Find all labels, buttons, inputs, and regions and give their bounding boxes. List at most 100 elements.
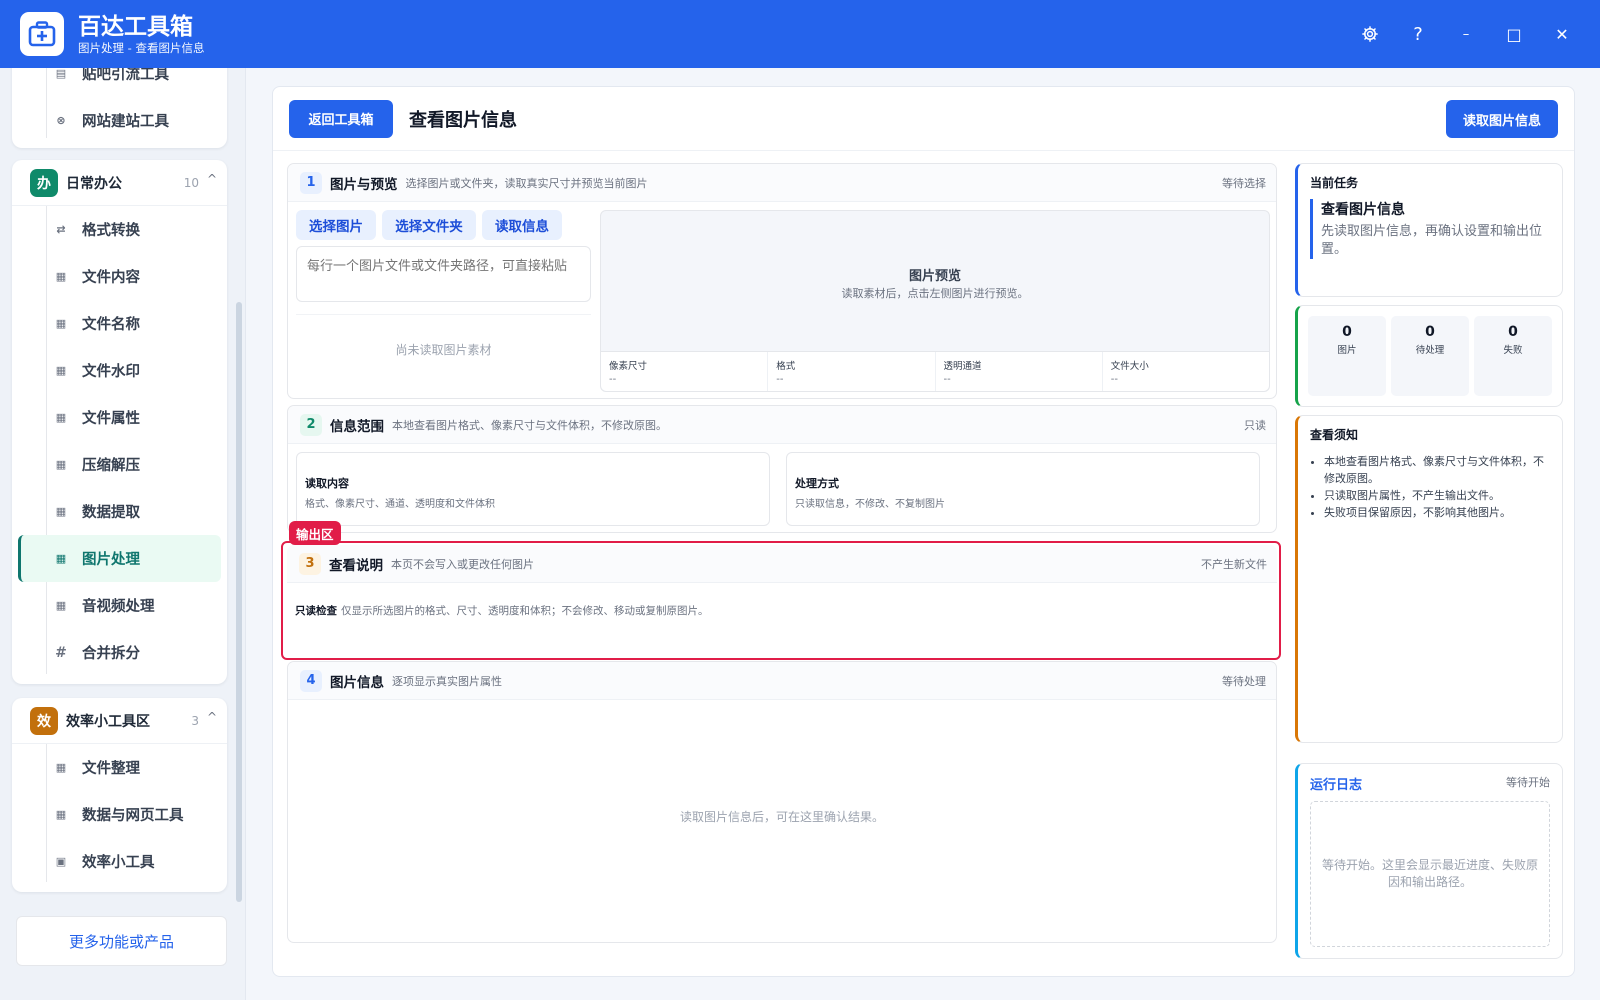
meta-file-size: 文件大小 -- <box>1110 361 1149 385</box>
log-title: 运行日志 <box>1310 778 1363 793</box>
hash-icon: # <box>55 644 67 661</box>
sidebar-item-label: 数据提取 <box>82 505 140 521</box>
grid-icon: ▦ <box>55 505 67 518</box>
section-number: 3 <box>299 552 321 575</box>
select-image-button[interactable]: 选择图片 <box>296 210 376 240</box>
section-status: 不产生新文件 <box>1201 557 1267 571</box>
sidebar-item-compress[interactable]: ▦ 压缩解压 <box>12 441 227 488</box>
sidebar-item-image-processing[interactable]: ▦ 图片处理 <box>18 535 221 582</box>
result-empty-note: 读取图片信息后，可在这里确认结果。 <box>679 810 884 824</box>
notice-list: 本地查看图片格式、像素尺寸与文件体积，不修改原图。 只读取图片属性，不产生输出文… <box>1298 443 1562 521</box>
sidebar-item-label: 文件整理 <box>82 761 140 777</box>
sidebar-group-marketing: ▤ 贴吧引流工具 ⊗ 网站建站工具 <box>12 68 227 148</box>
sidebar-item-website[interactable]: ⊗ 网站建站工具 <box>12 97 227 144</box>
log-status: 等待开始 <box>1506 776 1550 789</box>
section-desc: 本地查看图片格式、像素尺寸与文件体积，不修改原图。 <box>392 418 667 432</box>
grid-icon: ▦ <box>55 411 67 424</box>
group-title: 效率小工具区 <box>66 713 150 730</box>
globe-icon: ⊗ <box>56 114 66 127</box>
briefcase-icon: ▣ <box>55 855 67 868</box>
help-button[interactable]: ? <box>1394 14 1442 54</box>
section-image-info: 4 图片信息 逐项显示真实图片属性 等待处理 读取图片信息后，可在这里确认结果。 <box>287 661 1277 943</box>
sidebar-group-efficiency: 效 效率小工具区 3 ^ ▦ 文件整理 ▦ 数据与网页工具 ▣ 效率小工具 <box>12 698 227 892</box>
section-status: 等待处理 <box>1222 674 1266 688</box>
office-badge: 办 <box>30 168 58 197</box>
section-number: 1 <box>300 171 322 194</box>
notice-title: 查看须知 <box>1310 428 1359 442</box>
task-title: 查看图片信息 <box>1321 202 1405 218</box>
stats-card: 0 图片 0 待处理 0 失败 <box>1295 305 1563 407</box>
toolbox-icon <box>28 21 56 47</box>
path-input[interactable] <box>296 246 591 302</box>
group-header-efficiency[interactable]: 效 效率小工具区 3 ^ <box>12 698 227 744</box>
sidebar-item-file-organize[interactable]: ▦ 文件整理 <box>12 744 227 791</box>
page-title: 查看图片信息 <box>409 109 517 131</box>
section-title: 查看说明 <box>329 557 383 574</box>
sidebar-item-label: 音视频处理 <box>82 599 155 615</box>
section-desc: 逐项显示真实图片属性 <box>392 674 502 688</box>
sidebar-item-file-name[interactable]: ▦ 文件名称 <box>12 300 227 347</box>
grid-icon: ▦ <box>55 599 67 612</box>
preview-title: 图片预览 <box>908 269 961 284</box>
read-info-button[interactable]: 读取信息 <box>482 210 562 240</box>
read-content-card: 读取内容 格式、像素尺寸、通道、透明度和文件体积 <box>296 452 770 526</box>
chevron-up-icon[interactable]: ^ <box>207 710 217 724</box>
log-output[interactable]: 等待开始。这里会显示最近进度、失败原因和输出路径。 <box>1310 801 1550 947</box>
notice-item: 本地查看图片格式、像素尺寸与文件体积，不修改原图。 <box>1324 453 1550 487</box>
preview-meta: 像素尺寸 -- 格式 -- 透明通道 -- 文件大小 -- <box>601 351 1269 391</box>
section-info-scope: 2 信息范围 本地查看图片格式、像素尺寸与文件体积，不修改原图。 只读 读取内容… <box>287 405 1277 533</box>
process-mode-card: 处理方式 只读取信息，不修改、不复制图片 <box>786 452 1260 526</box>
group-header-office[interactable]: 办 日常办公 10 ^ <box>12 160 227 206</box>
sidebar-item-label: 文件名称 <box>82 317 140 333</box>
sidebar-item-label: 格式转换 <box>82 223 140 239</box>
more-products-button[interactable]: 更多功能或产品 <box>16 916 227 966</box>
select-folder-button[interactable]: 选择文件夹 <box>382 210 476 240</box>
gear-icon <box>1362 26 1378 42</box>
sidebar-scrollbar[interactable] <box>236 302 242 902</box>
sidebar-item-efficiency-tools[interactable]: ▣ 效率小工具 <box>12 838 227 885</box>
section-desc: 选择图片或文件夹，读取真实尺寸并预览当前图片 <box>405 176 648 190</box>
section-status: 只读 <box>1244 418 1266 432</box>
sidebar-item-tieba[interactable]: ▤ 贴吧引流工具 <box>12 68 227 97</box>
app-subtitle: 图片处理 - 查看图片信息 <box>78 40 205 55</box>
sidebar-item-label: 效率小工具 <box>82 855 155 871</box>
sidebar-item-format-convert[interactable]: ⇄ 格式转换 <box>12 206 227 253</box>
sidebar-item-file-watermark[interactable]: ▦ 文件水印 <box>12 347 227 394</box>
minimize-button[interactable]: – <box>1442 14 1490 54</box>
sidebar-item-label: 压缩解压 <box>82 458 140 474</box>
sidebar-item-file-content[interactable]: ▦ 文件内容 <box>12 253 227 300</box>
maximize-button[interactable]: □ <box>1490 14 1538 54</box>
sidebar-item-data-web[interactable]: ▦ 数据与网页工具 <box>12 791 227 838</box>
sidebar-item-audio-video[interactable]: ▦ 音视频处理 <box>12 582 227 629</box>
efficiency-badge: 效 <box>30 706 58 735</box>
grid-icon: ▦ <box>55 364 67 377</box>
grid-icon: ▦ <box>55 552 67 565</box>
sidebar-item-file-attributes[interactable]: ▦ 文件属性 <box>12 394 227 441</box>
stat-images: 0 图片 <box>1308 316 1386 396</box>
group-title: 日常办公 <box>66 175 122 192</box>
back-to-toolbox-button[interactable]: 返回工具箱 <box>289 99 393 138</box>
image-preview-area[interactable]: 图片预览 读取素材后，点击左侧图片进行预览。 像素尺寸 -- 格式 -- 透明通道 -… <box>600 210 1270 392</box>
chevron-up-icon[interactable]: ^ <box>207 172 217 186</box>
section-view-notes: 3 查看说明 本页不会写入或更改任何图片 不产生新文件 只读检查 仅显示所选图片的… <box>287 545 1277 653</box>
title-bar: 百达工具箱 图片处理 - 查看图片信息 ? – □ ✕ <box>0 0 1600 68</box>
read-image-info-button[interactable]: 读取图片信息 <box>1446 100 1558 138</box>
sidebar-item-data-extract[interactable]: ▦ 数据提取 <box>12 488 227 535</box>
group-count: 10 <box>183 175 199 190</box>
meta-format: 格式 -- <box>768 352 936 391</box>
grid-icon: ▦ <box>55 270 67 283</box>
grid-icon: ▦ <box>55 317 67 330</box>
section-number: 2 <box>300 413 322 436</box>
settings-button[interactable] <box>1346 14 1394 54</box>
section-desc: 本页不会写入或更改任何图片 <box>391 557 534 571</box>
grid-icon: ▦ <box>55 458 67 471</box>
swap-icon: ⇄ <box>56 223 66 236</box>
sidebar-item-label: 文件内容 <box>82 270 140 286</box>
empty-materials-note: 尚未读取图片素材 <box>296 314 591 384</box>
close-button[interactable]: ✕ <box>1538 14 1586 54</box>
sidebar-item-merge-split[interactable]: # 合并拆分 <box>12 629 227 676</box>
sidebar-item-label: 图片处理 <box>82 552 140 568</box>
grid-icon: ▦ <box>55 808 67 821</box>
sidebar-item-label: 合并拆分 <box>82 646 140 662</box>
notice-card: 查看须知 本地查看图片格式、像素尺寸与文件体积，不修改原图。 只读取图片属性，不… <box>1295 415 1563 743</box>
